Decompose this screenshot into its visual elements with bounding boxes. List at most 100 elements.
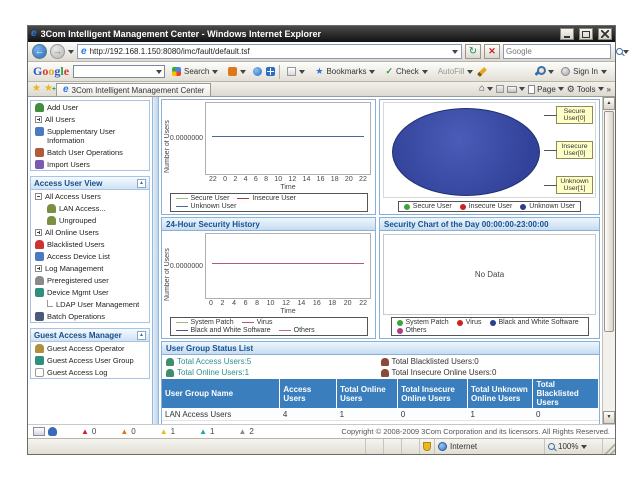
screenshot-stage: e 3Com Intelligent Management Center - W… — [0, 0, 640, 480]
table-row[interactable]: LAN Access Users 4 1 0 1 0 — [162, 408, 599, 421]
alarm-critical[interactable]: ▲0 — [81, 427, 96, 436]
collapse-tree-icon[interactable] — [35, 193, 42, 200]
feeds-icon[interactable] — [496, 85, 504, 93]
add-gadget-icon[interactable] — [266, 67, 275, 76]
user-icon — [166, 358, 174, 366]
column-header[interactable]: Total Online Users — [337, 379, 398, 408]
sidebar-item-all-users[interactable]: All Users — [31, 113, 149, 125]
google-search-button-dropdown-icon[interactable] — [212, 70, 218, 74]
resize-grip[interactable] — [603, 439, 615, 454]
sidebar-item-ungrouped[interactable]: Ungrouped — [43, 214, 149, 226]
address-input[interactable] — [90, 47, 449, 56]
scroll-up-icon[interactable]: ▲ — [603, 97, 615, 110]
x-axis-ticks: 0246810121416182022 — [205, 299, 371, 307]
section-title: Guest Access Manager — [34, 331, 137, 340]
minimize-button[interactable] — [560, 28, 574, 40]
legend-dot-swatch — [490, 320, 496, 326]
legend-label: System Patch — [191, 319, 234, 326]
column-header[interactable]: User Group Name — [162, 379, 280, 408]
google-search-input[interactable] — [73, 65, 165, 78]
logo-letter: e — [64, 64, 69, 78]
column-header[interactable]: Total Unknown Online Users — [468, 379, 533, 408]
bookmarks-button[interactable]: ★ Bookmarks — [312, 66, 378, 77]
sidebar-item-all-online-users[interactable]: All Online Users — [31, 226, 149, 238]
search-dropdown-icon[interactable] — [623, 50, 629, 54]
alarm-hand-icon[interactable] — [48, 427, 57, 436]
alarm-major[interactable]: ▲0 — [120, 427, 135, 436]
sidebar-item-lan-access[interactable]: LAN Access... — [43, 202, 149, 214]
highlighter-icon[interactable] — [477, 67, 487, 77]
sidebar-item-guest-access-log[interactable]: Guest Access Log — [31, 366, 149, 378]
ie-icon: e — [31, 29, 37, 39]
add-favorite-icon[interactable]: ★+ — [44, 84, 53, 94]
forward-button[interactable]: → — [50, 44, 65, 59]
column-header[interactable]: Total Blacklisted Users — [533, 379, 599, 408]
cell-access-users[interactable]: 4 — [280, 408, 337, 421]
alarm-warning[interactable]: ▲1 — [199, 427, 214, 436]
refresh-button[interactable]: ↻ — [465, 44, 481, 59]
sidebar-item-access-device-list[interactable]: Access Device List — [31, 250, 149, 262]
more-commands-icon[interactable]: » — [607, 85, 611, 94]
sidebar-item-preregistered-user[interactable]: Preregistered user — [31, 274, 149, 286]
scrollbar-track[interactable] — [603, 110, 615, 411]
earth-icon[interactable] — [253, 67, 262, 76]
signin-button[interactable]: Sign In — [558, 66, 610, 77]
autofill-button[interactable]: AutoFill — [435, 66, 477, 77]
scroll-down-icon[interactable]: ▼ — [603, 411, 615, 424]
translate-button[interactable] — [284, 66, 308, 77]
sidebar-item-batch-user-operations[interactable]: Batch User Operations — [31, 146, 149, 158]
restore-button[interactable] — [579, 28, 593, 40]
alarm-minor[interactable]: ▲1 — [160, 427, 175, 436]
check-button[interactable]: ✓ Check — [382, 66, 430, 77]
legend-label: Others — [406, 327, 427, 334]
history-dropdown-icon[interactable] — [68, 50, 74, 54]
print-button[interactable] — [507, 86, 525, 93]
scrollbar-thumb[interactable] — [604, 111, 614, 332]
sidebar-item-add-user[interactable]: Add User — [31, 101, 149, 113]
column-header[interactable]: Total Insecure Online Users — [398, 379, 468, 408]
legend-item: System Patch — [176, 319, 234, 326]
google-search-button[interactable]: Search — [169, 66, 221, 77]
column-header[interactable]: Access Users — [280, 379, 337, 408]
sidebar-item-device-mgmt-user[interactable]: Device Mgmt User — [31, 286, 149, 298]
favorites-icon[interactable]: ★ — [32, 84, 41, 94]
collapse-icon[interactable]: ▲ — [137, 179, 146, 188]
sendto-button[interactable] — [225, 66, 249, 77]
sidebar-item-guest-access-operator[interactable]: Guest Access Operator — [31, 342, 149, 354]
close-button[interactable] — [598, 28, 612, 40]
search-magnifier-icon[interactable] — [616, 48, 623, 55]
ie-search-input[interactable] — [506, 47, 616, 56]
wrench-icon[interactable] — [534, 67, 543, 76]
zoom-dropdown-icon[interactable] — [581, 445, 587, 449]
expand-icon[interactable] — [35, 229, 42, 236]
sidebar-item-blacklisted-users[interactable]: Blacklisted Users — [31, 238, 149, 250]
guest-access-manager-header[interactable]: Guest Access Manager ▲ — [31, 329, 149, 342]
collapse-icon[interactable]: ▲ — [137, 331, 146, 340]
home-button[interactable]: ⌂ — [479, 84, 493, 94]
user-group-summary: Total Access Users:5 Total Blacklisted U… — [162, 355, 599, 379]
access-user-view-header[interactable]: Access User View ▲ — [31, 177, 149, 190]
expand-icon[interactable] — [35, 265, 42, 272]
address-dropdown-icon[interactable] — [452, 50, 458, 54]
sidebar-item-supplementary-user-information[interactable]: Supplementary User Information — [31, 125, 149, 146]
tab-3com-imc[interactable]: e 3Com Intelligent Management Center — [56, 83, 212, 96]
x-tick: 0 — [223, 176, 227, 183]
google-search-dropdown-icon[interactable] — [156, 70, 162, 74]
alarm-info[interactable]: ▲2 — [239, 427, 254, 436]
vertical-scrollbar[interactable]: ▲ ▼ — [602, 97, 615, 424]
stop-button[interactable]: ✕ — [484, 44, 500, 59]
sidebar-item-log-management[interactable]: Log Management — [31, 262, 149, 274]
tools-button[interactable]: ⚙Tools — [567, 85, 604, 94]
sidebar-item-import-users[interactable]: Import Users — [31, 158, 149, 170]
zoom-control[interactable]: 100% — [545, 439, 603, 454]
back-button[interactable]: ← — [32, 44, 47, 59]
zone-cell: Internet — [435, 439, 545, 454]
sidebar-splitter[interactable] — [152, 97, 159, 424]
sidebar-item-batch-operations[interactable]: Batch Operations — [31, 310, 149, 322]
sidebar-item-guest-access-user-group[interactable]: Guest Access User Group — [31, 354, 149, 366]
page-button[interactable]: Page — [528, 85, 564, 94]
sidebar-item-all-access-users[interactable]: All Access Users — [31, 190, 149, 202]
alarm-panel-icon[interactable] — [33, 427, 45, 436]
expand-icon[interactable] — [35, 116, 42, 123]
sidebar-item-ldap-user-management[interactable]: LDAP User Management — [43, 298, 149, 310]
